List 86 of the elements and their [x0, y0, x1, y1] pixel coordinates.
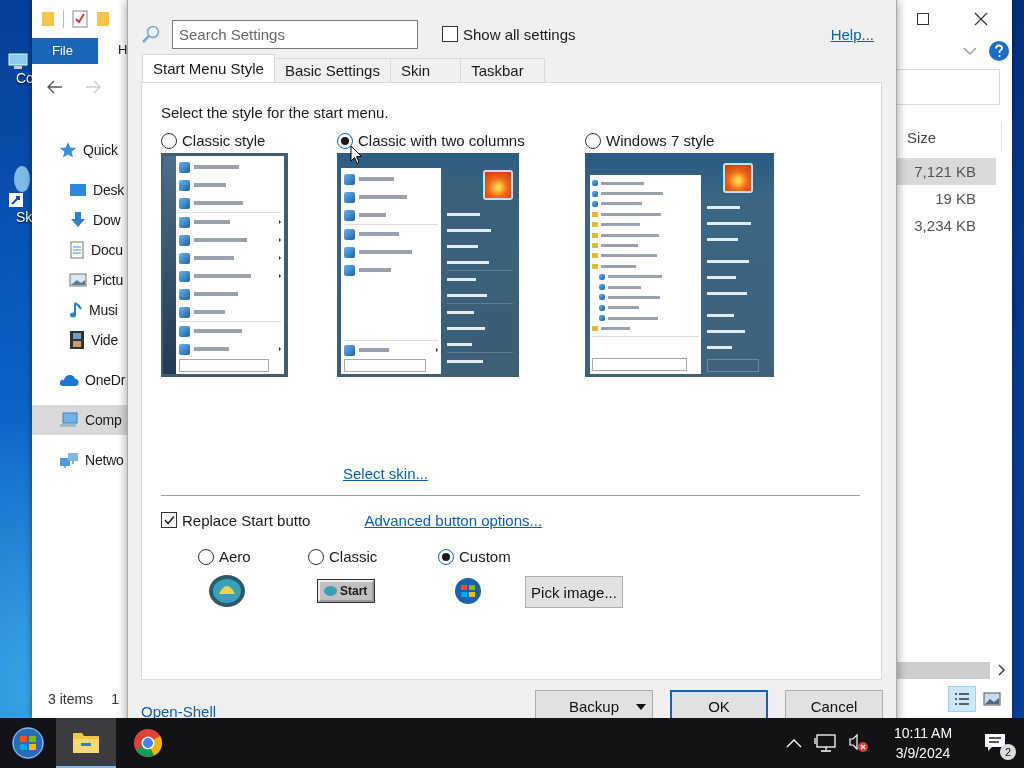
document-icon — [69, 241, 85, 259]
computer-icon — [59, 411, 79, 429]
view-button[interactable] — [948, 686, 976, 712]
desktop-icon — [69, 182, 87, 198]
network-icon — [59, 451, 79, 469]
search-settings-field[interactable]: Search Settings — [172, 19, 418, 49]
start-menu-preview-drawing[interactable] — [161, 153, 288, 377]
chevron-up-icon[interactable] — [786, 738, 802, 748]
radio-button[interactable] — [161, 132, 177, 149]
nav-item[interactable]: Dow — [32, 205, 127, 235]
pick-image-button[interactable]: Pick image... — [525, 576, 623, 608]
checkbox-label[interactable]: Replace Start butto — [182, 511, 311, 529]
file-size-cell[interactable]: 19 KB — [895, 185, 996, 212]
ribbon-tab[interactable]: File — [32, 38, 98, 64]
open-shell-link[interactable]: Open-Shell — [141, 703, 217, 720]
radio-label[interactable]: Classic — [329, 548, 378, 565]
mouse-cursor-icon — [350, 145, 363, 165]
tab[interactable]: Taskbar — [460, 58, 545, 82]
start-menu-preview-drawing[interactable] — [585, 153, 774, 377]
download-arrow-icon — [69, 211, 87, 229]
tab[interactable]: Start Menu Style — [142, 54, 275, 82]
shortcut-icon[interactable] — [8, 165, 30, 209]
radio-button[interactable] — [337, 132, 353, 149]
start-menu-preview-drawing[interactable] — [337, 153, 519, 377]
notification-icon[interactable] — [984, 733, 1006, 753]
radio-button[interactable] — [438, 548, 454, 565]
picture-view-icon — [983, 692, 1001, 706]
computer-icon[interactable] — [8, 52, 28, 70]
advanced-options-link[interactable]: Advanced button options... — [364, 511, 543, 529]
radio-button[interactable] — [198, 548, 214, 565]
help-link[interactable]: Help... — [830, 25, 874, 43]
select-skin-link[interactable]: Select skin... — [343, 465, 429, 485]
nav-item[interactable]: Docu — [32, 235, 127, 265]
nav-item[interactable]: Comp — [32, 405, 127, 435]
tab[interactable]: Basic Settings — [273, 58, 391, 82]
desktop-icon-label[interactable]: Sk — [16, 209, 33, 225]
nav-item[interactable]: Desk — [32, 175, 127, 205]
radio-label[interactable]: Custom — [459, 548, 511, 565]
radio-label[interactable]: Classic style — [182, 132, 266, 149]
browser-icon — [133, 728, 163, 758]
radio-label[interactable]: Windows 7 style — [606, 132, 715, 149]
clock-time[interactable]: 10:11 AM — [893, 725, 953, 741]
nav-item[interactable]: Vide — [32, 325, 127, 355]
nav-item[interactable]: Netwo — [32, 445, 127, 475]
nav-item[interactable]: Musi — [32, 295, 127, 325]
picture-icon — [69, 272, 87, 288]
nav-item[interactable]: OneDr — [32, 365, 127, 395]
chevron-down-icon[interactable] — [963, 47, 977, 55]
network-icon[interactable] — [814, 734, 836, 752]
star-icon — [59, 141, 77, 159]
cloud-icon — [59, 373, 79, 387]
search-icon — [141, 24, 161, 44]
help-icon[interactable] — [989, 41, 1009, 61]
music-note-icon — [69, 301, 83, 319]
status-text: 1 — [111, 691, 119, 707]
taskbar-button[interactable] — [56, 718, 116, 768]
windows-orb-icon — [454, 577, 482, 605]
maximize-icon[interactable] — [917, 13, 929, 25]
radio-label[interactable]: Classic with two columns — [358, 132, 525, 149]
start-button-image: Start — [318, 580, 375, 602]
start-orb-icon[interactable] — [11, 726, 45, 760]
file-size-cell[interactable]: 7,121 KB — [895, 158, 996, 185]
status-text: 3 items — [48, 691, 94, 707]
radio-label[interactable]: Aero — [219, 548, 251, 565]
radio-button[interactable] — [585, 132, 601, 149]
instruction-text: Select the style for the start menu. — [161, 104, 390, 123]
checkbox-label[interactable]: Show all settings — [463, 25, 576, 43]
scrollbar-thumb[interactable] — [895, 661, 990, 679]
checklist-icon[interactable] — [72, 10, 88, 28]
radio-button[interactable] — [308, 548, 324, 565]
nav-item[interactable]: Quick — [32, 135, 127, 165]
nav-item[interactable]: Pictu — [32, 265, 127, 295]
details-view-icon — [954, 692, 970, 706]
shell-orb-icon — [208, 574, 246, 608]
caret-icon — [636, 704, 646, 710]
checkbox[interactable] — [161, 512, 177, 528]
close-icon[interactable] — [974, 12, 988, 26]
film-strip-icon — [69, 330, 85, 350]
folder-icon — [72, 730, 100, 754]
file-size-cell[interactable]: 3,234 KB — [895, 212, 996, 239]
clock-date[interactable]: 3/9/2024 — [895, 745, 951, 761]
notification-count-badge: 2 — [1000, 744, 1016, 760]
scroll-right-icon[interactable] — [998, 664, 1006, 676]
volume-muted-icon[interactable] — [848, 733, 870, 753]
checkbox[interactable] — [442, 26, 458, 42]
back-arrow-icon[interactable] — [47, 80, 63, 94]
